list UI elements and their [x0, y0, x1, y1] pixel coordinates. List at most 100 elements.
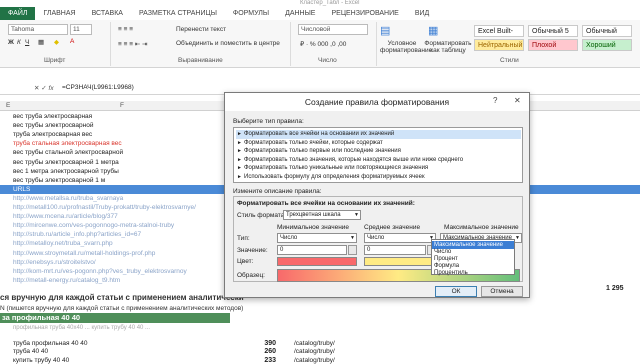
format-table-icon[interactable]: ▦	[428, 24, 438, 37]
color-label: Цвет:	[237, 258, 254, 265]
dialog-title: Создание правила форматирования	[225, 93, 529, 111]
mid-column-label: Среднее значение	[364, 224, 421, 231]
tab-page-layout[interactable]: РАЗМЕТКА СТРАНИЦЫ	[131, 10, 225, 17]
row-product: труба профильная 40 40	[13, 339, 88, 347]
tab-review[interactable]: РЕЦЕНЗИРОВАНИЕ	[323, 10, 406, 17]
font-size-select[interactable]: 11	[70, 24, 92, 35]
preview-label: Образец:	[237, 272, 265, 279]
style-excel-builtin[interactable]: Excel Built-in...	[474, 25, 524, 47]
cell-text: вес трубы стальной электросварной	[13, 149, 124, 157]
number-format-select[interactable]: Числовой	[298, 24, 368, 35]
cell-text: http://www.mcena.ru/article/blog/377	[13, 213, 118, 221]
wrap-text-button[interactable]: Перенести текст	[176, 26, 226, 33]
merge-center-button[interactable]: Объединить и поместить в центре	[176, 40, 280, 47]
fx-icon[interactable]: ✕ ✓ fx	[34, 84, 54, 92]
row-product: труба 40 40	[13, 348, 49, 355]
cell-text: вес трубы электросварной 1 м	[13, 176, 106, 184]
borders-icon[interactable]: ▦	[38, 38, 44, 46]
conditional-formatting-icon[interactable]: ▤	[380, 24, 390, 37]
align-left-icon[interactable]: ≡ ≡ ≡ ⇤ ⇥	[118, 40, 148, 48]
align-top-icon[interactable]: ≡ ≡ ≡	[118, 26, 133, 33]
row-product: купить трубу 40 40	[13, 356, 70, 364]
select-rule-type-label: Выберите тип правила:	[233, 118, 304, 125]
tab-data[interactable]: ДАННЫЕ	[277, 10, 323, 17]
italic-button[interactable]: К	[17, 39, 21, 46]
cell-text: http://metall100.ru/profnastil/Truby-pro…	[13, 204, 196, 211]
window-title: Кластер_Табл - Excel	[300, 0, 360, 6]
rule-type-item[interactable]: Форматировать только значения, которые н…	[236, 156, 521, 165]
max-type-dropdown-list: Максимальное значение Число Процент Формула…	[431, 239, 515, 277]
rule-type-item[interactable]: Форматировать только уникальные или повт…	[236, 164, 521, 173]
tab-insert[interactable]: ВСТАВКА	[84, 10, 131, 17]
desc-heading: Форматировать все ячейки на основании их…	[237, 200, 415, 207]
underline-button[interactable]: Ч	[25, 39, 29, 46]
cell-text: вес трубы электросварной	[13, 122, 94, 130]
style-normal5[interactable]: Обычный 5	[528, 25, 578, 37]
fill-color-icon[interactable]: ◆	[54, 38, 59, 46]
rule-type-list: Форматировать все ячейки на основании их…	[233, 127, 523, 183]
tab-home[interactable]: ГЛАВНАЯ	[35, 10, 83, 17]
formula-input[interactable]: =СРЗНАЧ(L9961:L9968)	[62, 84, 134, 91]
ribbon-tabs: ФАЙЛ ГЛАВНАЯ ВСТАВКА РАЗМЕТКА СТРАНИЦЫ Ф…	[0, 7, 640, 20]
sheet-heading-1: ся вручную для каждой статьи с применени…	[0, 293, 244, 302]
cell-text: вес 1 метра электросварной трубы	[13, 167, 119, 175]
cell-text: вес труба электросварная	[13, 113, 93, 120]
style-normal[interactable]: Обычный	[582, 25, 632, 37]
row-count: 233	[264, 356, 276, 364]
format-style-label: Стиль формата:	[237, 212, 287, 219]
tab-file[interactable]: ФАЙЛ	[0, 7, 36, 20]
ok-button[interactable]: ОК	[435, 286, 477, 297]
divider	[110, 22, 111, 66]
mid-type-select[interactable]: Число ▼	[364, 233, 436, 243]
cell-text: http://metalloy.net/truba_svarn.php	[13, 240, 113, 248]
rule-type-item[interactable]: Использовать формулу для определения фор…	[236, 173, 521, 182]
rule-type-item[interactable]: Форматировать только первые или последни…	[236, 147, 521, 156]
row-count: 260	[264, 348, 276, 355]
cell-text: вес трубы электросварной 1 метра	[13, 158, 119, 166]
mid-value-input[interactable]: 0	[364, 245, 426, 255]
group-font-label: Шрифт	[44, 57, 66, 64]
font-color-icon[interactable]: A	[70, 38, 74, 45]
rule-type-item[interactable]: Форматировать все ячейки на основании их…	[236, 130, 521, 139]
min-column-label: Минимальное значение	[277, 224, 350, 231]
cell-text: http://enebsys.ru/stroitelstvo/	[13, 258, 96, 266]
mid-color-picker[interactable]	[364, 257, 436, 266]
style-neutral[interactable]: Нейтральный	[474, 39, 524, 51]
row-path: /catalog/truby/	[294, 339, 335, 347]
group-number-label: Число	[318, 57, 337, 64]
cell-text: труба электросварная вес	[13, 131, 93, 139]
group-alignment-label: Выравнивание	[178, 57, 223, 64]
font-name-select[interactable]: Tahoma	[8, 24, 68, 35]
cell-text: труба стальная электросварная вес	[13, 140, 122, 148]
cell-text: http://kom-mrt.ru/ves-pogonn.php?ves_tru…	[13, 267, 187, 275]
row-path: /catalog/truby/	[294, 356, 335, 364]
cancel-button[interactable]: Отмена	[481, 286, 523, 297]
tab-view[interactable]: ВИД	[407, 10, 437, 17]
style-bad[interactable]: Плохой	[528, 39, 578, 51]
divider	[290, 22, 291, 66]
currency-icon[interactable]: ₽ · % 000 ,0 ,00	[300, 40, 346, 48]
bold-button[interactable]: Ж	[8, 39, 14, 46]
rule-type-item[interactable]: Форматировать только ячейки, которые сод…	[236, 139, 521, 148]
column-header-e[interactable]: E	[6, 102, 10, 109]
dropdown-option[interactable]: Процентиль	[432, 269, 514, 277]
column-header-f[interactable]: F	[120, 102, 124, 109]
style-good[interactable]: Хороший	[582, 39, 632, 51]
min-value-input[interactable]: 0	[277, 245, 347, 255]
min-color-picker[interactable]	[277, 257, 357, 266]
format-as-table-button[interactable]: Форматировать как таблицу	[424, 40, 472, 54]
sheet-heading-2: N (пишется вручную для каждой статьи с п…	[0, 305, 244, 312]
close-icon[interactable]: ✕	[514, 96, 521, 105]
group-styles-label: Стили	[500, 57, 519, 64]
row-path: /catalog/truby/	[294, 348, 335, 355]
max-column-label: Максимальное значение	[444, 224, 519, 231]
edit-description-label: Измените описание правила:	[233, 188, 322, 195]
format-style-select[interactable]: Трехцветная шкала ▼	[283, 210, 361, 220]
conditional-formatting-button[interactable]: Условное форматирование	[380, 40, 432, 54]
total-value: 1 295	[606, 285, 624, 292]
min-type-select[interactable]: Число ▼	[277, 233, 357, 243]
min-range-picker-icon[interactable]	[348, 245, 357, 255]
cell-text: URLS	[13, 185, 31, 193]
tab-formulas[interactable]: ФОРМУЛЫ	[225, 10, 277, 17]
help-button[interactable]: ?	[493, 96, 497, 105]
